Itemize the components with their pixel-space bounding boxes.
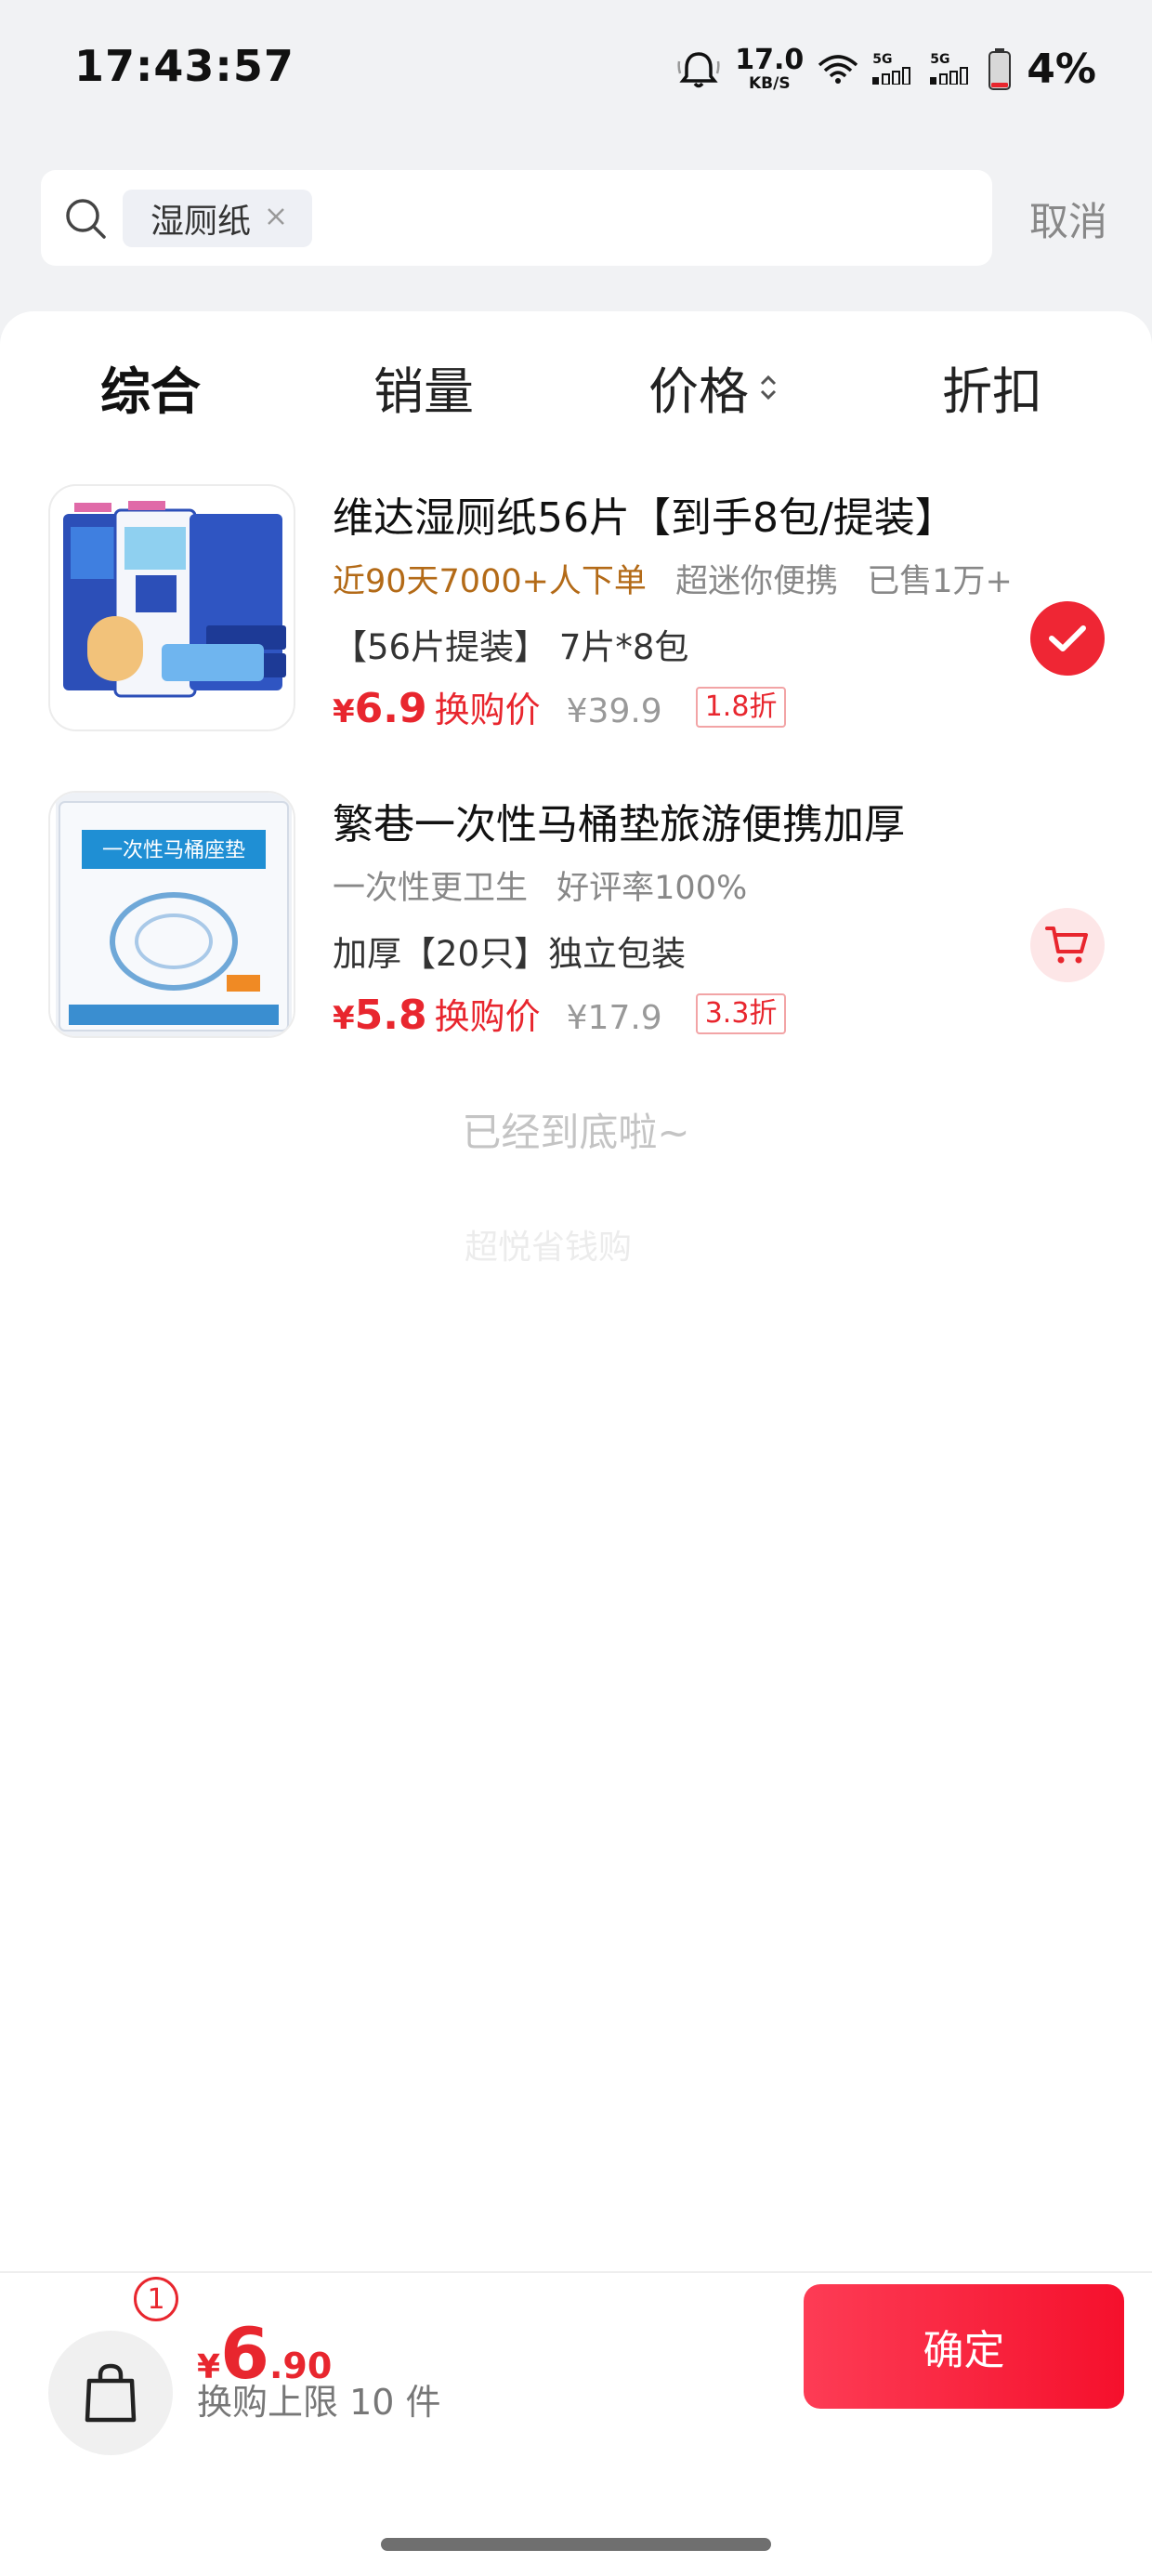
signal-sim1: 5G [872,53,917,85]
tab-label: 销量 [373,362,474,421]
product-tags: 一次性更卫生 好评率100% [333,861,747,909]
sort-arrows-icon [760,375,777,400]
signal-sim2: 5G [930,53,975,85]
check-icon [1049,625,1086,651]
shopping-bag-icon [85,2363,137,2423]
status-icons: 17.0 KB/S 5G 5G 4% [675,43,1096,95]
product-item[interactable]: 一次性马桶座垫 繁巷一次性马桶垫旅游便携加厚 一次性更卫生 好评率100% 加厚… [0,791,1152,1042]
exchange-limit-text: 换购上限 10 件 [197,2382,441,2423]
tab-comprehensive[interactable]: 综合 [100,350,201,424]
shopping-bag-button[interactable] [48,2331,173,2455]
selected-check-button[interactable] [1030,601,1105,676]
tab-label: 综合 [100,362,201,421]
price-label: 换购价 [434,996,541,1037]
product-price: 5.8 [354,992,427,1039]
signal-icon [930,67,969,85]
sim2-label: 5G [930,52,950,67]
net-speed: 17.0 KB/S [735,46,804,92]
bag-count-badge: 1 [134,2277,178,2321]
signal-icon [872,67,911,85]
tab-sales[interactable]: 销量 [373,350,474,424]
search-input[interactable]: 湿厕纸 [41,170,992,266]
watermark-text: 超悦省钱购 [464,1229,632,1267]
product-image [48,484,295,731]
currency-symbol: ¥ [333,1000,355,1037]
currency-symbol: ¥ [333,693,355,730]
clear-keyword-icon[interactable] [266,206,286,230]
tab-label: 折扣 [942,362,1042,421]
tab-discount[interactable]: 折扣 [942,350,1042,424]
svg-text:一次性马桶座垫: 一次性马桶座垫 [102,839,245,862]
cart-icon [1045,927,1088,964]
search-keyword-chip[interactable]: 湿厕纸 [123,190,313,247]
product-highlight-tag: 近90天7000+人下单 [333,563,647,600]
sim1-label: 5G [872,52,893,67]
net-speed-value: 17.0 [735,43,805,76]
product-tag: 一次性更卫生 [333,870,529,907]
original-price: ¥17.9 [566,999,662,1037]
product-price-row: ¥ 5.8 换购价 ¥17.9 3.3折 [333,988,787,1039]
product-spec: 【56片提装】 7片*8包 [333,627,689,667]
status-time: 17:43:57 [74,41,295,91]
tab-label: 价格 [648,362,749,421]
alarm-icon [675,48,722,89]
status-bar: 17:43:57 17.0 KB/S 5G 5G 4% [0,0,1152,139]
original-price: ¥39.9 [566,692,662,730]
cancel-button[interactable]: 取消 [1029,191,1107,247]
search-keyword: 湿厕纸 [151,203,252,241]
product-tags: 近90天7000+人下单 超迷你便携 已售1万+ [333,555,1013,602]
product-price-row: ¥ 6.9 换购价 ¥39.9 1.8折 [333,681,787,732]
product-tag: 已售1万+ [867,563,1013,600]
product-tag: 好评率100% [556,870,748,907]
price-label: 换购价 [434,690,541,730]
results-sheet: 综合 销量 价格 折扣 维达湿厕纸56片【到手8包/提装】 近90天7000+人… [0,311,1152,2576]
discount-badge: 1.8折 [695,686,787,728]
wet-wipes-pack-icon [63,501,286,698]
confirm-button[interactable]: 确定 [804,2284,1124,2409]
battery-icon [988,47,1012,90]
sort-tabs: 综合 销量 价格 折扣 [0,350,1152,425]
tab-price[interactable]: 价格 [648,350,779,424]
wifi-icon [817,52,859,85]
product-spec: 加厚【20只】独立包装 [333,934,687,974]
toilet-seat-cover-pack-icon: 一次性马桶座垫 [56,793,292,1036]
search-icon [63,196,108,244]
net-speed-unit: KB/S [748,73,791,93]
product-title: 繁巷一次性马桶垫旅游便携加厚 [333,801,905,848]
product-item[interactable]: 维达湿厕纸56片【到手8包/提装】 近90天7000+人下单 超迷你便携 已售1… [0,484,1152,735]
battery-percent: 4% [1027,45,1096,93]
home-indicator[interactable] [381,2538,771,2551]
add-to-cart-button[interactable] [1030,908,1105,982]
discount-badge: 3.3折 [695,992,787,1034]
product-title: 维达湿厕纸56片【到手8包/提装】 [333,494,956,542]
product-price: 6.9 [354,685,427,732]
product-tag: 超迷你便携 [675,563,839,600]
product-image: 一次性马桶座垫 [48,791,295,1038]
end-of-list-text: 已经到底啦~ [462,1110,690,1155]
bottom-bar: 1 ¥ 6 .90 换购上限 10 件 确定 [0,2271,1152,2576]
